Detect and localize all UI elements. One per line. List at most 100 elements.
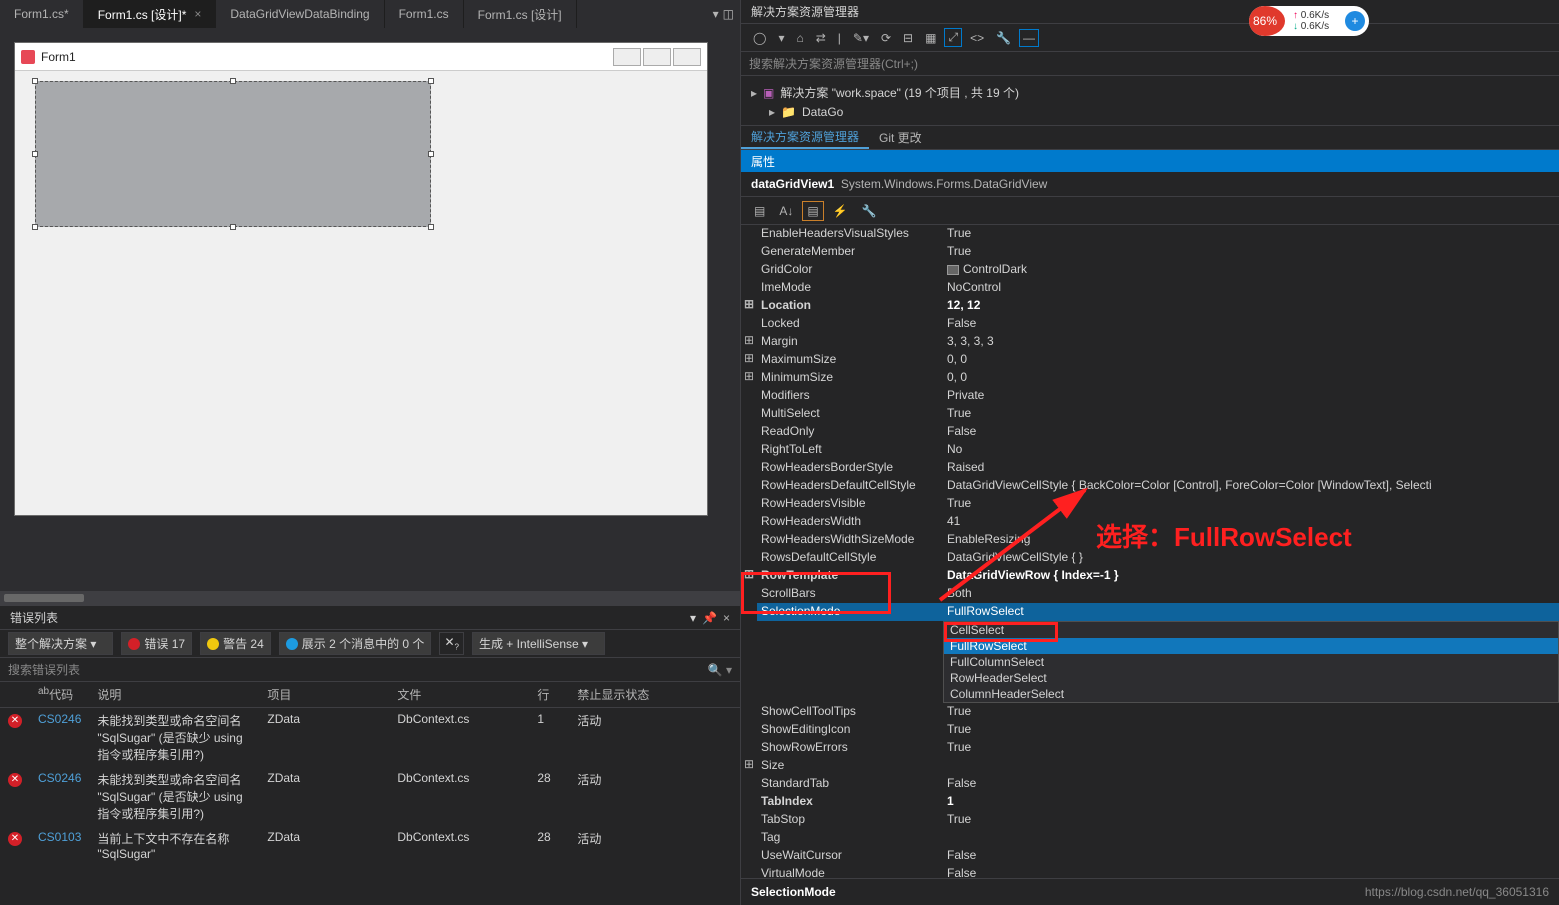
view-toggle-icon[interactable]: ⤢ [944, 28, 962, 47]
messages-filter[interactable]: 展示 2 个消息中的 0 个 [279, 632, 432, 655]
property-value[interactable]: False [943, 865, 1559, 878]
tab-overflow-icon[interactable]: ▾ [713, 7, 719, 21]
property-value[interactable] [943, 757, 1559, 775]
property-value[interactable]: True [943, 739, 1559, 757]
sol-tab-explorer[interactable]: 解决方案资源管理器 [741, 126, 869, 149]
resize-handle[interactable] [230, 78, 236, 84]
col-code[interactable]: 代码 [49, 688, 73, 702]
form-designer-surface[interactable]: Form1 [0, 28, 740, 605]
scrollbar-thumb[interactable] [4, 594, 84, 602]
expand-icon[interactable] [741, 829, 757, 847]
property-row[interactable]: UseWaitCursor False [741, 847, 1559, 865]
expand-icon[interactable] [741, 261, 757, 279]
property-value[interactable]: 0, 0 [943, 369, 1559, 387]
pen-icon[interactable]: ✎▾ [849, 29, 873, 47]
error-row[interactable]: ✕ CS0103 当前上下文中不存在名称 "SqlSugar" ZData Db… [0, 826, 740, 865]
col-desc[interactable]: 说明 [89, 682, 259, 708]
expand-icon[interactable] [741, 513, 757, 531]
property-value[interactable] [943, 829, 1559, 847]
col-file[interactable]: 文件 [389, 682, 529, 708]
property-row[interactable]: GridColor ControlDark [741, 261, 1559, 279]
close-icon[interactable]: × [194, 7, 201, 21]
property-row[interactable]: ShowRowErrors True [741, 739, 1559, 757]
property-row[interactable]: GenerateMember True [741, 243, 1559, 261]
pin-icon[interactable]: 📌 [702, 611, 717, 625]
solution-search[interactable]: 搜索解决方案资源管理器(Ctrl+;) [741, 52, 1559, 76]
errors-filter[interactable]: 错误 17 [121, 632, 192, 655]
property-row[interactable]: ReadOnly False [741, 423, 1559, 441]
dropdown-item[interactable]: RowHeaderSelect [944, 670, 1558, 686]
expand-icon[interactable]: ⊞ [741, 297, 757, 315]
expand-icon[interactable] [741, 441, 757, 459]
property-value[interactable]: True [943, 495, 1559, 513]
expand-icon[interactable] [741, 865, 757, 878]
alphabetical-icon[interactable]: A↓ [774, 201, 798, 221]
property-row[interactable]: ⊞ Size [741, 757, 1559, 775]
expand-icon[interactable] [741, 459, 757, 477]
plus-icon[interactable]: + [1345, 11, 1365, 31]
property-value[interactable]: False [943, 775, 1559, 793]
property-row[interactable]: Tag [741, 829, 1559, 847]
property-value[interactable]: True [943, 703, 1559, 721]
expand-icon[interactable]: ⊞ [741, 351, 757, 369]
property-value[interactable]: EnableResizing [943, 531, 1559, 549]
back-icon[interactable]: ◯ [749, 29, 770, 47]
property-row[interactable]: RightToLeft No [741, 441, 1559, 459]
dropdown-item[interactable]: CellSelect [944, 622, 1558, 638]
doc-tab-3[interactable]: Form1.cs [385, 0, 464, 28]
datagridview-control[interactable] [35, 81, 431, 227]
property-value[interactable]: DataGridViewCellStyle { } [943, 549, 1559, 567]
col-state[interactable]: 禁止显示状态 [569, 682, 740, 708]
doc-tab-0[interactable]: Form1.cs* [0, 0, 84, 28]
property-value[interactable]: 1 [943, 793, 1559, 811]
horizontal-scrollbar[interactable] [0, 591, 740, 605]
property-row[interactable]: RowsDefaultCellStyle DataGridViewCellSty… [741, 549, 1559, 567]
expand-icon[interactable] [741, 739, 757, 757]
forward-icon[interactable]: ▾ [774, 29, 788, 47]
filter-icon[interactable]: ✕? [439, 632, 464, 654]
properties-page-icon[interactable]: ▤ [802, 201, 823, 221]
expand-icon[interactable] [741, 279, 757, 297]
expand-icon[interactable]: ⊞ [741, 369, 757, 387]
close-button[interactable] [673, 48, 701, 66]
property-value[interactable]: 41 [943, 513, 1559, 531]
network-monitor-badge[interactable]: 86% 0.6K/s 0.6K/s + [1249, 6, 1369, 36]
property-value[interactable]: DataGridViewRow { Index=-1 } [943, 567, 1559, 585]
expand-icon[interactable] [741, 847, 757, 865]
col-line[interactable]: 行 [529, 682, 569, 708]
property-value[interactable]: No [943, 441, 1559, 459]
property-pages-icon[interactable]: 🔧 [857, 201, 882, 221]
stop-icon[interactable]: — [1019, 29, 1039, 47]
property-row[interactable]: ⊞ MaximumSize 0, 0 [741, 351, 1559, 369]
wrench-icon[interactable]: 🔧 [992, 29, 1015, 47]
property-row[interactable]: ShowCellToolTips True [741, 703, 1559, 721]
property-value[interactable]: 0, 0 [943, 351, 1559, 369]
error-row[interactable]: ✕ CS0246 未能找到类型或命名空间名 "SqlSugar" (是否缺少 u… [0, 767, 740, 826]
expand-icon[interactable] [741, 315, 757, 333]
properties-icon[interactable]: <> [966, 29, 988, 47]
collapse-icon[interactable]: ⊟ [899, 29, 917, 47]
expand-icon[interactable] [741, 531, 757, 549]
property-value[interactable]: True [943, 243, 1559, 261]
property-value[interactable]: DataGridViewCellStyle { BackColor=Color … [943, 477, 1559, 495]
property-value[interactable]: True [943, 811, 1559, 829]
expand-icon[interactable] [741, 477, 757, 495]
sync-icon[interactable]: ⇄ [812, 29, 830, 47]
property-value[interactable]: True [943, 721, 1559, 739]
resize-handle[interactable] [32, 78, 38, 84]
property-row[interactable]: ShowEditingIcon True [741, 721, 1559, 739]
dropdown-item[interactable]: ColumnHeaderSelect [944, 686, 1558, 702]
sol-tab-git[interactable]: Git 更改 [869, 126, 932, 149]
maximize-button[interactable] [643, 48, 671, 66]
expand-icon[interactable]: ⊞ [741, 757, 757, 775]
expand-icon[interactable] [741, 703, 757, 721]
warnings-filter[interactable]: 警告 24 [200, 632, 271, 655]
property-value[interactable]: 3, 3, 3, 3 [943, 333, 1559, 351]
build-dropdown[interactable]: 生成 + IntelliSense ▾ [472, 632, 605, 655]
resize-handle[interactable] [32, 224, 38, 230]
window-split-icon[interactable]: ◫ [723, 7, 734, 21]
property-value[interactable]: ControlDark [943, 261, 1559, 279]
properties-object[interactable]: dataGridView1 System.Windows.Forms.DataG… [741, 172, 1559, 197]
property-row[interactable]: TabIndex 1 [741, 793, 1559, 811]
categorize-icon[interactable]: ▤ [749, 201, 770, 221]
